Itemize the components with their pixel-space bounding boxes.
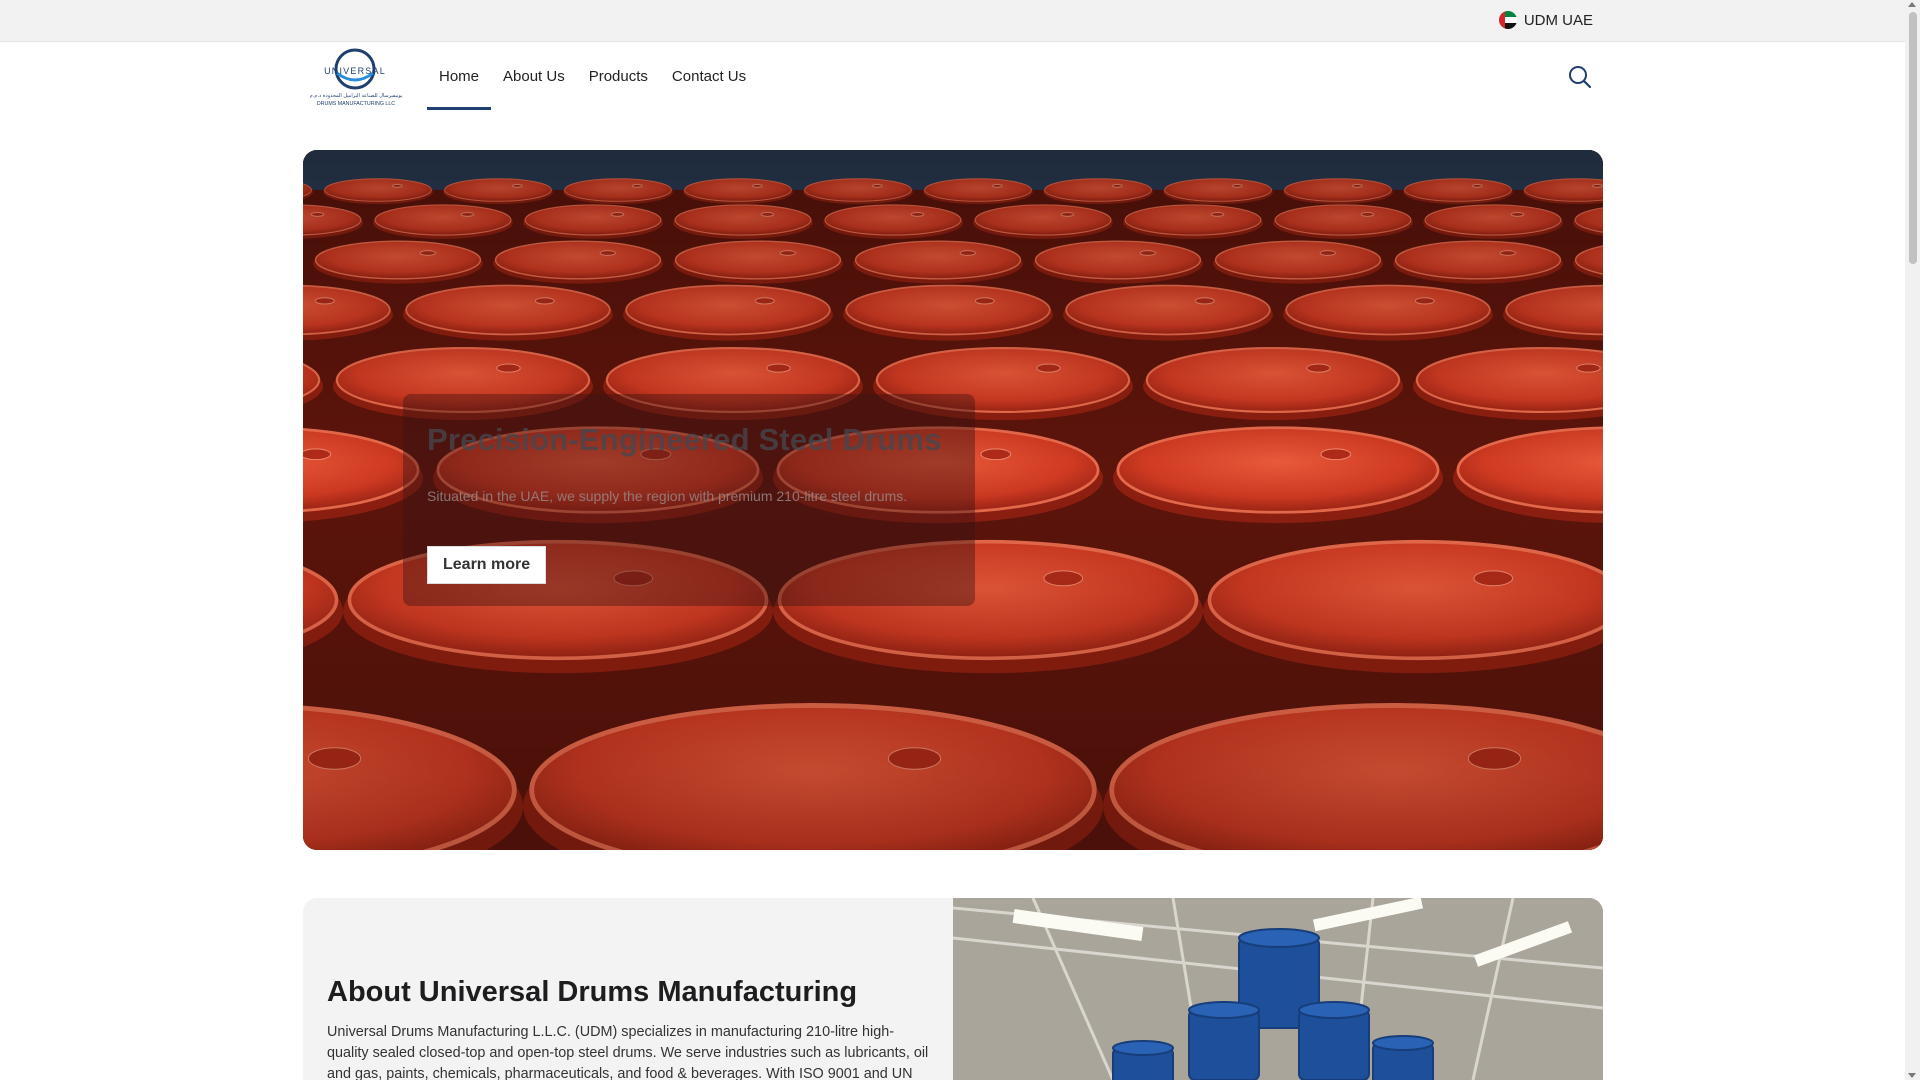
scroll-down-icon[interactable] xyxy=(1908,1073,1916,1078)
scroll-up-icon[interactable] xyxy=(1908,2,1916,7)
locale-switcher[interactable]: UDM UAE xyxy=(1498,11,1593,29)
logo-arabic-text: يونيفيرسال للصناعة البراميل المحدودة ذ.م… xyxy=(310,93,403,99)
blue-drums-stack-image xyxy=(953,898,1603,1080)
nav-label-about-us: About Us xyxy=(503,67,565,85)
nav-label-products: Products xyxy=(588,67,648,85)
uae-flag-icon xyxy=(1498,11,1517,29)
nav-item-products[interactable]: Products xyxy=(577,42,660,110)
about-warehouse-image xyxy=(953,898,1603,1080)
hero-text-card: Precision-Engineered Steel Drums Situate… xyxy=(403,394,975,606)
top-utility-bar: UDM UAE xyxy=(0,0,1905,42)
about-body: Universal Drums Manufacturing L.L.C. (UD… xyxy=(327,1024,929,1080)
about-section: About Universal Drums Manufacturing Univ… xyxy=(303,898,1603,1080)
nav-label-contact-us: Contact Us xyxy=(671,67,747,85)
logo-wordmark: UNIVERSAL xyxy=(324,66,386,76)
about-title: About Universal Drums Manufacturing xyxy=(327,976,858,1008)
locale-label: UDM UAE xyxy=(1523,11,1593,29)
hero-title: Precision-Engineered Steel Drums xyxy=(427,422,942,457)
learn-more-button[interactable]: Learn more xyxy=(427,546,547,584)
about-text-panel: About Universal Drums Manufacturing Univ… xyxy=(303,898,953,1080)
logo-mark: UNIVERSAL يونيفيرسال للصناعة البراميل ال… xyxy=(310,48,403,107)
page-scrollbar[interactable] xyxy=(1905,0,1920,1080)
nav-item-about-us[interactable]: About Us xyxy=(491,42,577,110)
nav-item-home[interactable]: Home xyxy=(427,42,492,110)
main-nav: Home About Us Products Contact Us xyxy=(427,42,758,110)
hero-banner: Precision-Engineered Steel Drums Situate… xyxy=(303,150,1603,850)
logo-subtext: DRUMS MANUFACTURING LLC xyxy=(317,101,395,107)
site-header: UNIVERSAL يونيفيرسال للصناعة البراميل ال… xyxy=(0,42,1905,112)
search-button[interactable] xyxy=(1567,64,1593,90)
company-logo[interactable]: UNIVERSAL يونيفيرسال للصناعة البراميل ال… xyxy=(309,47,403,109)
nav-label-home: Home xyxy=(439,67,480,85)
nav-item-contact-us[interactable]: Contact Us xyxy=(660,42,758,110)
hero-subtitle: Situated in the UAE, we supply the regio… xyxy=(427,488,908,504)
search-icon xyxy=(1569,66,1592,89)
scroll-thumb[interactable] xyxy=(1909,12,1917,264)
